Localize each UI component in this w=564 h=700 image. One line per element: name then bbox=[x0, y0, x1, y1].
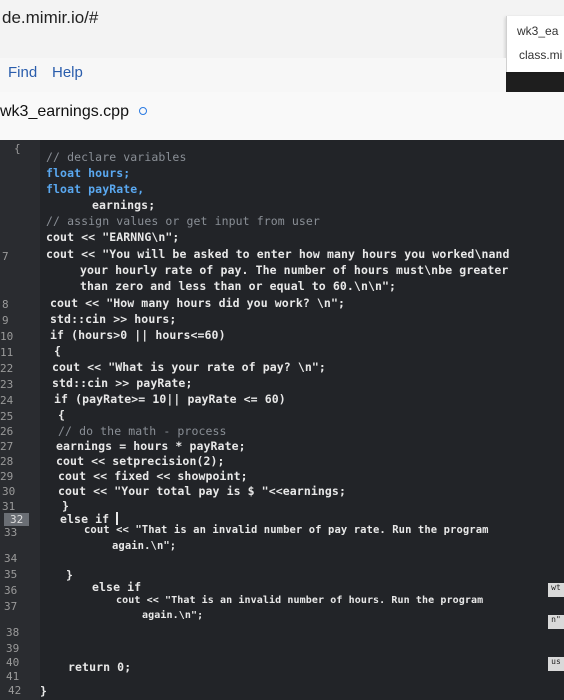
line-number: 34 bbox=[4, 552, 18, 565]
line-number-active: 32 bbox=[4, 513, 30, 526]
code-line: // do the math - process bbox=[58, 424, 227, 438]
code-line: return 0; bbox=[68, 660, 132, 674]
browser-side-tab[interactable]: wk3_ea class.mi bbox=[506, 16, 564, 72]
line-number: 11 bbox=[0, 346, 14, 359]
code-line: float hours; bbox=[46, 166, 131, 180]
line-number: 37 bbox=[4, 600, 18, 613]
code-line: std::cin >> hours; bbox=[50, 312, 177, 326]
line-number: 22 bbox=[0, 362, 14, 375]
code-line: again.\n"; bbox=[142, 610, 204, 621]
code-line: earnings = hours * payRate; bbox=[56, 439, 246, 453]
code-line: float payRate, bbox=[46, 182, 145, 196]
code-line: cout << "EARNNG\n"; bbox=[46, 230, 180, 244]
line-number: { bbox=[14, 142, 21, 155]
line-number: 38 bbox=[6, 626, 20, 639]
url-text[interactable]: de.mimir.io/# bbox=[2, 8, 98, 28]
line-number: 8 bbox=[2, 298, 9, 311]
code-line: if (payRate>= 10|| payRate <= 60) bbox=[54, 392, 286, 406]
line-number: 41 bbox=[6, 670, 20, 683]
code-line: than zero and less than or equal to 60.\… bbox=[80, 279, 397, 293]
code-line: cout << setprecision(2); bbox=[56, 454, 225, 468]
code-line: cout << "That is an invalid number of pa… bbox=[84, 524, 489, 536]
code-line: cout << "You will be asked to enter how … bbox=[46, 247, 510, 261]
code-line: } bbox=[62, 499, 70, 513]
code-line: { bbox=[54, 344, 62, 358]
line-number: 28 bbox=[0, 455, 14, 468]
line-number: 29 bbox=[0, 470, 14, 483]
code-editor[interactable]: { 7 8 9 10 11 22 23 24 25 26 27 28 29 30… bbox=[0, 140, 564, 700]
file-tab-label: wk3_earnings.cpp bbox=[0, 103, 129, 120]
code-line: cout << "That is an invalid number of ho… bbox=[116, 595, 484, 606]
code-line: cout << "Your total pay is $ "<<earnings… bbox=[58, 484, 346, 498]
line-number: 39 bbox=[6, 642, 20, 655]
code-line: std::cin >> payRate; bbox=[52, 376, 193, 390]
file-tab[interactable]: wk3_earnings.cpp bbox=[0, 103, 153, 133]
line-number: 33 bbox=[4, 526, 18, 539]
line-number: 9 bbox=[2, 314, 9, 327]
line-number: 40 bbox=[6, 656, 20, 669]
code-line: again.\n"; bbox=[112, 540, 177, 552]
code-line: cout << "How many hours did you work? \n… bbox=[50, 296, 345, 310]
code-line: // assign values or get input from user bbox=[46, 214, 320, 228]
browser-url-bar[interactable]: de.mimir.io/# bbox=[0, 0, 564, 58]
line-number: 27 bbox=[0, 440, 14, 453]
line-number-gutter: { 7 8 9 10 11 22 23 24 25 26 27 28 29 30… bbox=[0, 140, 40, 700]
edge-label: wt bbox=[548, 583, 564, 597]
line-number: 35 bbox=[4, 568, 18, 581]
file-tab-bar: wk3_earnings.cpp bbox=[0, 92, 564, 140]
line-number: 25 bbox=[0, 410, 14, 423]
line-number: 26 bbox=[0, 425, 14, 438]
side-tab-title: wk3_ea bbox=[517, 24, 559, 38]
side-tab-subtitle: class.mi bbox=[519, 48, 563, 62]
line-number: 31 bbox=[2, 500, 16, 513]
menu-bar: Find Help bbox=[0, 58, 506, 92]
code-line: earnings; bbox=[92, 198, 156, 212]
line-number: 42 bbox=[8, 684, 22, 697]
line-number: 24 bbox=[0, 394, 14, 407]
unsaved-dot-icon bbox=[138, 107, 147, 115]
menu-find[interactable]: Find bbox=[8, 64, 37, 81]
code-line: your hourly rate of pay. The number of h… bbox=[80, 263, 509, 277]
code-line: // declare variables bbox=[46, 150, 187, 164]
edge-label: n" bbox=[548, 615, 564, 629]
code-line: } bbox=[40, 684, 48, 698]
code-line: cout << fixed << showpoint; bbox=[58, 469, 248, 483]
menu-help[interactable]: Help bbox=[52, 64, 83, 81]
edge-label: us bbox=[548, 657, 564, 671]
code-line: { bbox=[58, 408, 66, 422]
code-line: if (hours>0 || hours<=60) bbox=[50, 328, 226, 342]
line-number: 10 bbox=[0, 330, 14, 343]
line-number: 7 bbox=[2, 250, 9, 263]
code-line: else if bbox=[92, 580, 142, 594]
line-number: 36 bbox=[4, 584, 18, 597]
code-line: cout << "What is your rate of pay? \n"; bbox=[52, 360, 326, 374]
line-number: 23 bbox=[0, 378, 14, 391]
code-line: } bbox=[66, 568, 74, 582]
line-number: 30 bbox=[2, 485, 16, 498]
